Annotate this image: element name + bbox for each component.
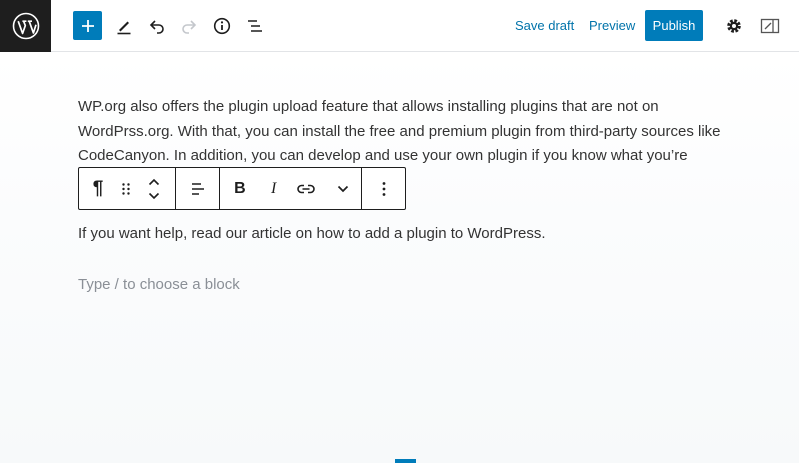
link-icon [297, 184, 316, 193]
settings-button[interactable] [719, 11, 749, 41]
block-toolbar: ¶ B I [78, 167, 406, 210]
save-draft-button[interactable]: Save draft [515, 18, 574, 33]
block-mover [135, 168, 173, 209]
plus-icon [81, 19, 94, 32]
sidebar-toggle-button[interactable] [755, 11, 785, 41]
italic-button[interactable]: I [260, 168, 288, 209]
move-up-icon[interactable] [148, 178, 160, 186]
preview-button[interactable]: Preview [589, 18, 635, 33]
more-options-button[interactable] [362, 168, 405, 209]
align-button[interactable] [176, 168, 219, 209]
gear-icon [727, 19, 741, 33]
publish-button[interactable]: Publish [645, 10, 703, 41]
move-down-icon[interactable] [148, 192, 160, 200]
paragraph-block-second[interactable]: If you want help, read our article on ho… [78, 222, 728, 247]
details-button[interactable] [207, 11, 237, 41]
block-appender-placeholder[interactable]: Type / to choose a block [78, 276, 240, 293]
drag-handle-icon [122, 182, 130, 195]
sidebar-toggle-icon [760, 18, 780, 34]
tools-button[interactable] [109, 11, 139, 41]
alignment-group [176, 168, 220, 209]
paragraph-block[interactable]: WP.org also offers the plugin upload fea… [78, 95, 728, 169]
wordpress-logo-button[interactable] [0, 0, 51, 52]
link-button[interactable] [288, 168, 326, 209]
info-icon [213, 17, 231, 35]
bold-button[interactable]: B [220, 168, 260, 209]
undo-icon [149, 20, 164, 34]
redo-button[interactable] [174, 11, 204, 41]
editor-header: Save draft Preview Publish [0, 0, 799, 52]
pencil-icon [117, 21, 131, 35]
formatting-group: B I [220, 168, 362, 209]
redo-icon [182, 20, 197, 34]
align-left-icon [191, 182, 204, 195]
wordpress-logo-icon [12, 12, 39, 40]
chevron-down-icon [338, 185, 349, 192]
block-type-group: ¶ [79, 168, 176, 209]
paragraph-type-button[interactable]: ¶ [79, 168, 117, 209]
list-view-icon [248, 20, 262, 32]
list-view-button[interactable] [240, 11, 270, 41]
more-rich-text-button[interactable] [325, 168, 361, 209]
drag-handle-button[interactable] [117, 168, 135, 209]
options-group [362, 168, 405, 209]
more-options-icon [382, 181, 385, 196]
undo-button[interactable] [142, 11, 172, 41]
add-block-button[interactable] [73, 11, 102, 40]
scroll-indicator [395, 459, 416, 463]
editor-canvas: WP.org also offers the plugin upload fea… [0, 53, 799, 463]
